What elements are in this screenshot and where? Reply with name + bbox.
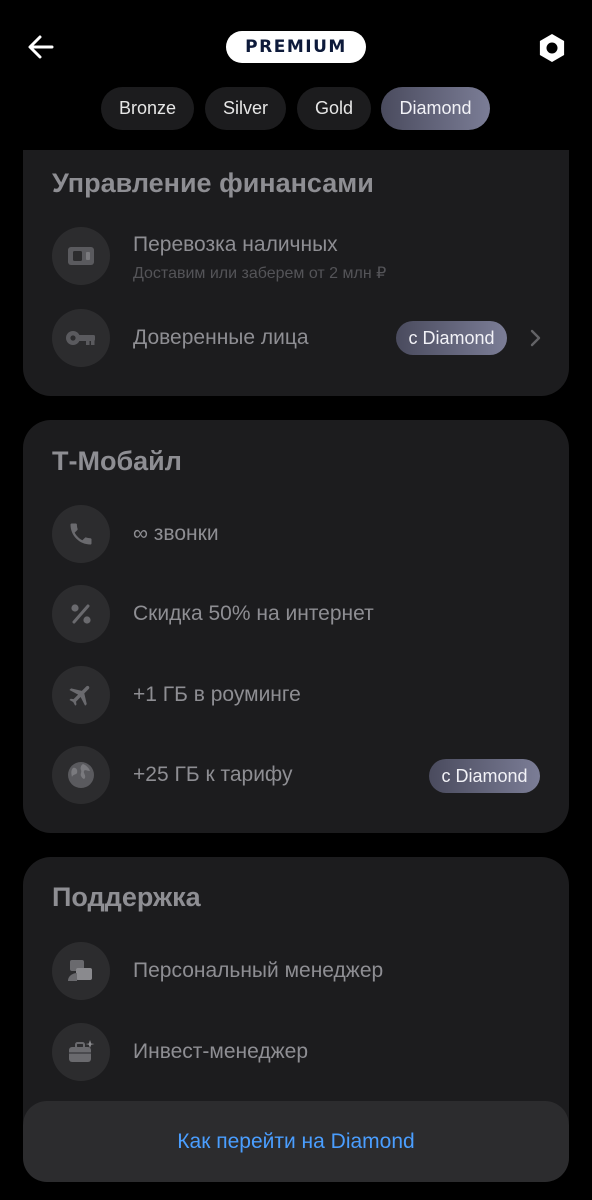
diamond-badge: с Diamond bbox=[429, 759, 540, 793]
how-to-upgrade-button[interactable]: Как перейти на Diamond bbox=[23, 1101, 569, 1182]
support-title: Поддержка bbox=[52, 882, 201, 912]
row-title: Инвест-менеджер bbox=[133, 1040, 308, 1063]
settings-button[interactable] bbox=[532, 28, 572, 68]
tab-silver[interactable]: Silver bbox=[205, 87, 286, 130]
row-title: +1 ГБ в роуминге bbox=[133, 683, 301, 706]
airplane-icon bbox=[52, 666, 110, 724]
logo-text: PREMIUM bbox=[245, 37, 347, 57]
percent-icon bbox=[52, 585, 110, 643]
bottom-safe-area bbox=[0, 1182, 592, 1200]
tab-diamond[interactable]: Diamond bbox=[381, 87, 490, 130]
row-title: Доверенные лица bbox=[133, 326, 309, 349]
row-title: Персональный менеджер bbox=[133, 959, 384, 982]
briefcase-icon bbox=[52, 1023, 110, 1081]
mobile-card: Т‑Мобайл ∞ звонки Скидка 50% на интернет bbox=[23, 420, 569, 833]
manager-icon bbox=[52, 942, 110, 1000]
list-item-personal-manager[interactable]: Персональный менеджер bbox=[23, 941, 569, 1001]
tier-tabs: Bronze Silver Gold Diamond bbox=[0, 87, 592, 131]
diamond-badge: с Diamond bbox=[396, 321, 507, 355]
row-title: ∞ звонки bbox=[133, 522, 219, 545]
mobile-title: Т‑Мобайл bbox=[52, 446, 182, 476]
premium-logo: PREMIUM bbox=[226, 31, 366, 63]
cash-icon bbox=[52, 227, 110, 285]
list-item-unlimited-calls[interactable]: ∞ звонки bbox=[23, 504, 569, 564]
tab-bronze[interactable]: Bronze bbox=[101, 87, 194, 130]
premium-screen: PREMIUM Bronze Silver Gold Diamond Управ… bbox=[0, 0, 592, 1200]
list-item-internet-discount[interactable]: Скидка 50% на интернет bbox=[23, 584, 569, 644]
list-item-trusted-persons[interactable]: Доверенные лица с Diamond bbox=[23, 308, 569, 368]
finance-card: Управление финансами Перевозка наличных … bbox=[23, 120, 569, 396]
list-item-cash-delivery[interactable]: Перевозка наличных Доставим или заберем … bbox=[23, 226, 569, 286]
row-subtitle: Доставим или заберем от 2 млн ₽ bbox=[133, 265, 387, 282]
list-item-extra-gb[interactable]: +25 ГБ к тарифу с Diamond bbox=[23, 745, 569, 805]
globe-icon bbox=[52, 746, 110, 804]
row-title: +25 ГБ к тарифу bbox=[133, 763, 293, 786]
back-button[interactable] bbox=[22, 28, 60, 66]
finance-title: Управление финансами bbox=[52, 168, 374, 198]
arrow-left-icon bbox=[28, 35, 54, 59]
hexagon-nut-icon bbox=[539, 34, 565, 62]
row-title: Скидка 50% на интернет bbox=[133, 602, 374, 625]
key-icon bbox=[52, 309, 110, 367]
phone-icon bbox=[52, 505, 110, 563]
chevron-right-icon[interactable] bbox=[523, 326, 547, 350]
tab-gold[interactable]: Gold bbox=[297, 87, 371, 130]
row-title: Перевозка наличных bbox=[133, 233, 338, 256]
list-item-roaming[interactable]: +1 ГБ в роуминге bbox=[23, 665, 569, 725]
header: PREMIUM Bronze Silver Gold Diamond bbox=[0, 0, 592, 150]
list-item-invest-manager[interactable]: Инвест-менеджер bbox=[23, 1022, 569, 1082]
